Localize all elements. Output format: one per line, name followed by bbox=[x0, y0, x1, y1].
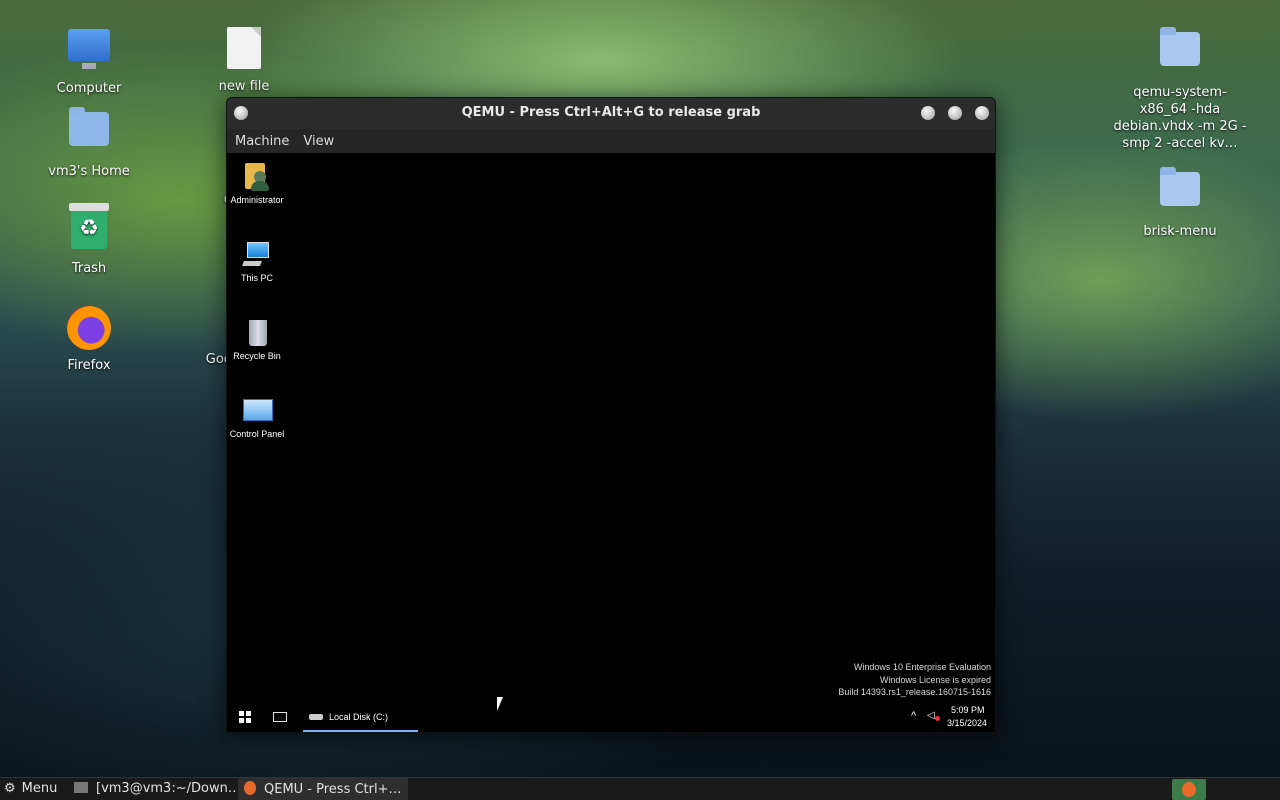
guest-icon-administrator[interactable]: Administrator bbox=[227, 161, 287, 205]
computer-icon bbox=[241, 239, 273, 271]
desktop-icon-trash[interactable]: ♻ Trash bbox=[34, 203, 144, 276]
windows-start-icon[interactable] bbox=[239, 711, 251, 723]
qemu-icon bbox=[244, 781, 256, 795]
desktop-icon-label: qemu-system-x86_64 -hda debian.vhdx -m 2… bbox=[1113, 85, 1247, 151]
desktop-icon-label: Computer bbox=[56, 81, 122, 96]
control-panel-icon bbox=[241, 395, 273, 427]
qemu-window[interactable]: QEMU - Press Ctrl+Alt+G to release grab … bbox=[226, 97, 996, 733]
taskbar-item-terminal[interactable]: [vm3@vm3:~/Down… bbox=[74, 781, 241, 796]
desktop-icon-firefox[interactable]: Firefox bbox=[34, 304, 144, 373]
desktop-icon-new-file[interactable]: new file bbox=[189, 25, 299, 94]
mouse-cursor-icon bbox=[497, 697, 503, 711]
terminal-icon bbox=[74, 782, 88, 793]
desktop-icon-computer[interactable]: Computer bbox=[34, 25, 144, 96]
computer-icon bbox=[65, 29, 113, 77]
volume-icon[interactable]: ◁ bbox=[927, 710, 935, 721]
clock-time[interactable]: 5:09 PM bbox=[951, 705, 985, 715]
guest-icon-recycle-bin[interactable]: Recycle Bin bbox=[227, 317, 287, 361]
guest-icon-this-pc[interactable]: This PC bbox=[227, 239, 287, 283]
desktop-icon-home[interactable]: vm3's Home bbox=[34, 105, 144, 179]
desktop-icon-label: brisk-menu bbox=[1143, 224, 1217, 239]
close-icon[interactable] bbox=[975, 106, 989, 120]
guest-icon-control-panel[interactable]: Control Panel bbox=[227, 395, 287, 439]
maximize-icon[interactable] bbox=[948, 106, 962, 120]
volume-muted-icon bbox=[935, 716, 940, 721]
guest-display[interactable]: Administrator This PC Recycle Bin Contro… bbox=[227, 153, 995, 732]
firefox-icon bbox=[65, 306, 113, 354]
folder-icon bbox=[1156, 27, 1204, 80]
gear-icon: ⚙ bbox=[4, 781, 16, 796]
window-titlebar[interactable]: QEMU - Press Ctrl+Alt+G to release grab bbox=[227, 98, 995, 129]
desktop-icon-label: new file bbox=[218, 79, 270, 94]
desktop-icon-brisk-menu[interactable]: brisk-menu bbox=[1125, 165, 1235, 239]
recycle-bin-icon bbox=[241, 317, 273, 349]
home-folder-icon bbox=[65, 107, 113, 160]
menu-machine[interactable]: Machine bbox=[235, 134, 289, 149]
desktop-icon-label: Trash bbox=[71, 261, 107, 276]
trash-icon: ♻ bbox=[65, 203, 113, 257]
desktop-icon-qemu-folder[interactable]: qemu-system-x86_64 -hda debian.vhdx -m 2… bbox=[1110, 25, 1250, 152]
desktop-icon-label: Firefox bbox=[67, 358, 111, 373]
tray-app-icon[interactable] bbox=[1172, 779, 1206, 800]
drive-icon bbox=[309, 714, 323, 720]
guest-icon-label: Administrator bbox=[230, 195, 284, 205]
menu-view[interactable]: View bbox=[303, 134, 334, 149]
host-taskbar: ⚙ Menu [vm3@vm3:~/Down… QEMU - Press Ctrl… bbox=[0, 777, 1280, 800]
taskbar-app-local-disk[interactable]: Local Disk (C:) bbox=[303, 702, 418, 732]
taskbar-item-label: QEMU - Press Ctrl+… bbox=[264, 782, 402, 797]
taskbar-item-label: [vm3@vm3:~/Down… bbox=[96, 781, 241, 796]
folder-icon bbox=[1156, 167, 1204, 220]
guest-icon-label: Recycle Bin bbox=[233, 351, 281, 361]
guest-icon-label: This PC bbox=[240, 273, 273, 283]
desktop-icon-label: vm3's Home bbox=[48, 164, 130, 179]
user-folder-icon bbox=[241, 161, 273, 193]
watermark-line: Build 14393.rs1_release.160715-1616 bbox=[838, 687, 991, 697]
window-menubar: Machine View bbox=[227, 129, 995, 153]
license-watermark: Windows 10 Enterprise Evaluation Windows… bbox=[838, 661, 991, 699]
tray-chevron-icon[interactable]: ^ bbox=[911, 710, 916, 722]
clock-date[interactable]: 3/15/2024 bbox=[947, 718, 987, 728]
taskbar-item-qemu[interactable]: QEMU - Press Ctrl+… bbox=[238, 778, 408, 800]
window-title: QEMU - Press Ctrl+Alt+G to release grab bbox=[461, 105, 761, 120]
watermark-line: Windows License is expired bbox=[879, 674, 991, 685]
minimize-icon[interactable] bbox=[921, 106, 935, 120]
file-icon bbox=[220, 27, 268, 75]
taskbar-app-label: Local Disk (C:) bbox=[329, 712, 389, 722]
menu-label: Menu bbox=[21, 781, 58, 796]
menu-button[interactable]: ⚙ Menu bbox=[4, 781, 57, 796]
watermark-line: Windows 10 Enterprise Evaluation bbox=[853, 662, 991, 672]
guest-icon-label: Control Panel bbox=[229, 429, 285, 439]
guest-taskbar: Local Disk (C:) ^ ◁ 5:09 PM 3/15/2024 bbox=[227, 702, 995, 732]
task-view-icon[interactable] bbox=[273, 712, 287, 722]
